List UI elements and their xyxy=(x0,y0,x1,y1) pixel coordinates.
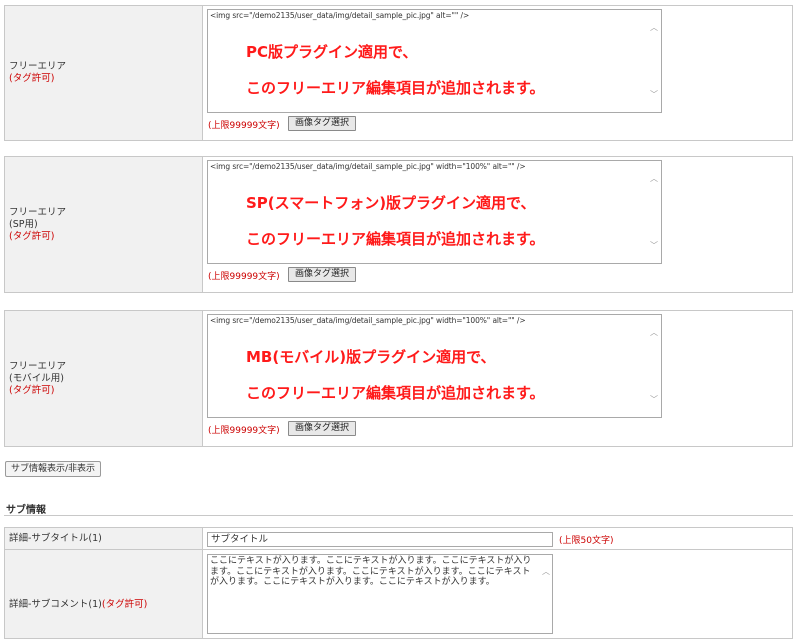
sub-comment-label: 詳細-サブコメント(1) xyxy=(9,599,102,610)
tag-allowed-label: (タグ許可) xyxy=(9,384,55,396)
sub-title-label-cell: 詳細-サブタイトル(1) xyxy=(5,528,203,549)
free-area-label: フリーエリア xyxy=(9,206,67,218)
sub-title-input[interactable]: サブタイトル xyxy=(207,532,553,547)
free-area-mobile-label-cell: フリーエリア (モバイル用) (タグ許可) xyxy=(5,311,203,446)
tag-allowed-label: (タグ許可) xyxy=(9,73,55,84)
scroll-down-arrow-icon[interactable]: ﹀ xyxy=(650,394,658,405)
overlay-note-line2: このフリーエリア編集項目が追加されます。 xyxy=(246,230,545,248)
scroll-up-arrow-icon[interactable]: ︿ xyxy=(542,567,550,578)
free-area-sublabel: (モバイル用) xyxy=(9,372,64,384)
image-tag-select-button[interactable]: 画像タグ選択 xyxy=(288,116,357,131)
sub-comment-textarea[interactable]: ここにテキストが入ります。ここにテキストが入ります。ここにテキストが入ります。こ… xyxy=(207,554,553,634)
image-tag-select-button[interactable]: 画像タグ選択 xyxy=(288,267,357,282)
overlay-note-line2: このフリーエリア編集項目が追加されます。 xyxy=(246,79,545,97)
free-area-mobile-textarea[interactable]: <img src="/demo2135/user_data/img/detail… xyxy=(207,314,662,418)
sub-comment-row: 詳細-サブコメント(1) (タグ許可) ここにテキストが入ります。ここにテキストが… xyxy=(4,549,793,639)
free-area-sp-textarea[interactable]: <img src="/demo2135/user_data/img/detail… xyxy=(207,160,662,264)
free-area-sp-label-cell: フリーエリア (SP用) (タグ許可) xyxy=(5,157,203,292)
free-area-pc-row: フリーエリア (タグ許可) <img src="/demo2135/user_d… xyxy=(4,5,793,141)
scroll-up-arrow-icon[interactable]: ︿ xyxy=(650,327,658,338)
section-title: サブ情報 xyxy=(6,505,46,516)
sub-title-label: 詳細-サブタイトル(1) xyxy=(9,532,102,544)
sub-title-row: 詳細-サブタイトル(1) サブタイトル (上限50文字) xyxy=(4,527,793,550)
overlay-note-line2: このフリーエリア編集項目が追加されます。 xyxy=(246,384,545,402)
scroll-up-arrow-icon[interactable]: ︿ xyxy=(650,173,658,184)
free-area-label: フリーエリア xyxy=(9,61,67,72)
overlay-note-line1: MB(モバイル)版プラグイン適用で、 xyxy=(246,348,496,366)
char-limit: (上限99999文字) xyxy=(208,426,280,436)
textarea-code: <img src="/demo2135/user_data/img/detail… xyxy=(210,162,526,171)
textarea-code: <img src="/demo2135/user_data/img/detail… xyxy=(210,316,526,325)
tag-allowed-label: (タグ許可) xyxy=(9,230,55,242)
overlay-note-line1: PC版プラグイン適用で、 xyxy=(246,43,418,61)
tag-allowed-label: (タグ許可) xyxy=(101,599,148,610)
free-area-mobile-row: フリーエリア (モバイル用) (タグ許可) <img src="/demo213… xyxy=(4,310,793,447)
free-area-sp-row: フリーエリア (SP用) (タグ許可) <img src="/demo2135/… xyxy=(4,156,793,293)
textarea-code: <img src="/demo2135/user_data/img/detail… xyxy=(210,11,470,20)
char-limit: (上限99999文字) xyxy=(208,121,280,131)
free-area-sublabel: (SP用) xyxy=(9,218,38,230)
image-tag-select-button[interactable]: 画像タグ選択 xyxy=(288,421,357,436)
sub-info-toggle-button[interactable]: サブ情報表示/非表示 xyxy=(5,461,102,477)
section-divider xyxy=(4,515,793,516)
overlay-note-line1: SP(スマートフォン)版プラグイン適用で、 xyxy=(246,194,536,212)
scroll-down-arrow-icon[interactable]: ﹀ xyxy=(650,89,658,100)
scroll-up-arrow-icon[interactable]: ︿ xyxy=(650,22,658,33)
char-limit: (上限50文字) xyxy=(559,536,614,546)
scroll-down-arrow-icon[interactable]: ﹀ xyxy=(650,240,658,251)
free-area-label: フリーエリア xyxy=(9,360,67,372)
char-limit: (上限99999文字) xyxy=(208,272,280,282)
sub-comment-text: ここにテキストが入ります。ここにテキストが入ります。ここにテキストが入ります。こ… xyxy=(210,556,532,587)
free-area-pc-textarea[interactable]: <img src="/demo2135/user_data/img/detail… xyxy=(207,9,662,113)
free-area-pc-label-cell: フリーエリア (タグ許可) xyxy=(5,6,203,140)
